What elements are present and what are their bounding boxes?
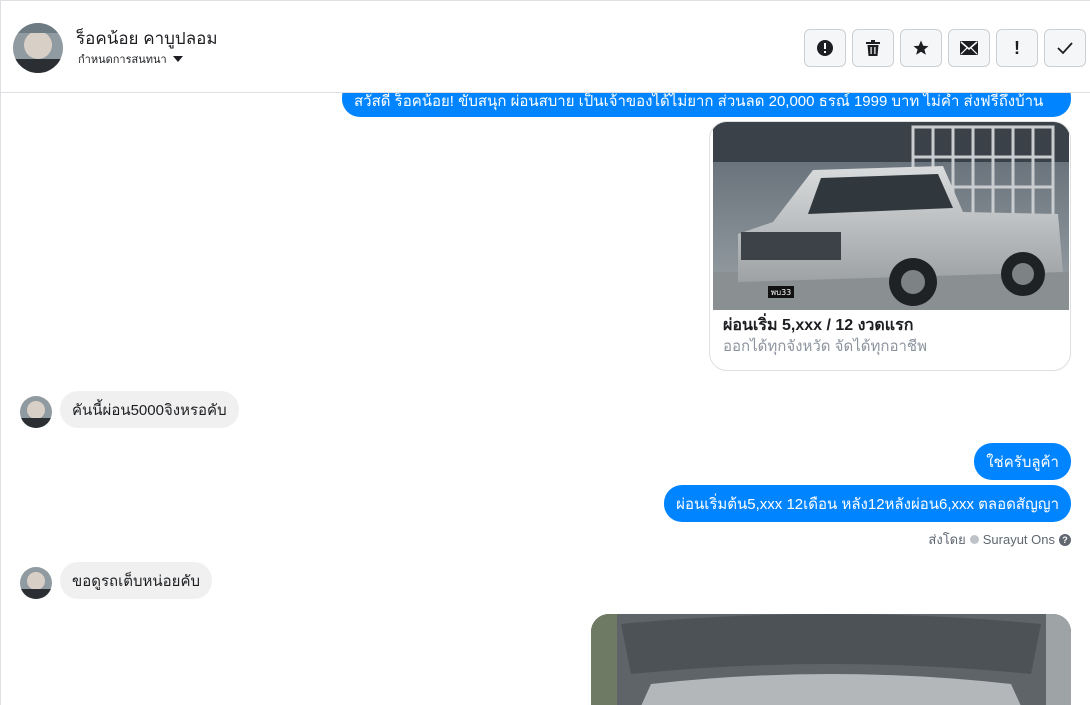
star-button[interactable] [900,29,942,67]
done-button[interactable] [1044,29,1086,67]
message-text: ขอดูรถเต็บหน่อยคับ [72,572,201,590]
sender-name: Surayut Ons [982,532,1055,547]
delete-button[interactable] [852,29,894,67]
alert-icon [817,40,833,56]
plate-text: พบ33 [771,288,792,297]
message-text: ผ่อนเริ่มต้น5,xxx 12เดือน หลัง12หลังผ่อน… [676,495,1059,513]
card-description: ออกได้ทุกจังหวัด จัดได้ทุกอาชีพ [723,338,927,355]
alert-button[interactable] [804,29,846,67]
message-thread: สวัสดี ร็อคน้อย! ขับสนุก ผ่อนสบาย เป็นเจ… [1,1,1090,705]
header-actions: ! [804,29,1086,67]
verified-icon [969,535,979,544]
contact-name[interactable]: ร็อคน้อย คาบูปลอม [76,25,218,52]
trash-icon [866,40,880,56]
conversation-settings-dropdown[interactable]: กำหนดการสนทนา [78,50,183,68]
mark-unread-button[interactable] [948,29,990,67]
message-text: คันนี้ผ่อน5000จิงหรอคับ [72,401,227,419]
messenger-window: สวัสดี ร็อคน้อย! ขับสนุก ผ่อนสบาย เป็นเจ… [0,0,1090,705]
truck-image: พบ33 [713,122,1069,310]
avatar [20,567,52,599]
message-text: ใช่ครับลูค้า [986,453,1059,471]
incoming-message: ขอดูรถเต็บหน่อยคับ [60,562,213,599]
help-icon[interactable]: ? [1059,533,1071,546]
sent-by-label: ส่งโดย [928,532,966,547]
outgoing-message: ผ่อนเริ่มต้น5,xxx 12เดือน หลัง12หลังผ่อน… [664,485,1071,522]
avatar[interactable] [13,23,63,73]
incoming-message: คันนี้ผ่อน5000จิงหรอคับ [60,391,239,428]
conversation-settings-label: กำหนดการสนทนา [78,54,167,66]
mail-icon [960,41,978,55]
outgoing-message: ใช่ครับลูค้า [974,443,1071,480]
product-card[interactable]: พบ33 ผ่อนเริ่ม 5,xxx / 12 งวดแรก ออกได้ท… [709,121,1071,371]
check-icon [1057,42,1073,55]
conversation-header: ร็อคน้อย คาบูปลอม กำหนดการสนทนา ! [1,1,1090,93]
sent-by-info: ส่งโดย Surayut Ons ? [928,529,1071,550]
photo-attachment[interactable] [591,614,1071,705]
spam-button[interactable]: ! [996,29,1038,67]
avatar [20,396,52,428]
exclamation-icon: ! [1014,37,1020,58]
chevron-down-icon [172,56,183,62]
star-icon [913,40,929,55]
